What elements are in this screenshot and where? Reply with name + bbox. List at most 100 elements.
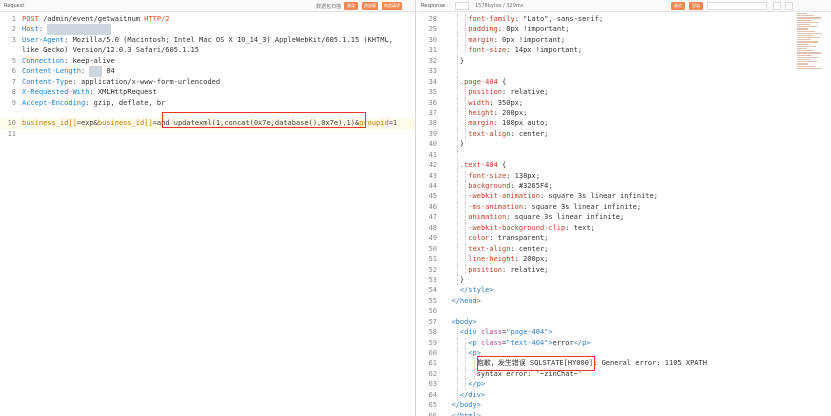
code-token: .text-404 — [459, 161, 498, 170]
request-line: 11 — [0, 129, 415, 139]
line-number: 38 — [428, 119, 437, 128]
line-number: 61 — [428, 359, 437, 368]
indent-guide — [457, 243, 458, 255]
minimap-line — [797, 63, 808, 65]
line-number: 50 — [428, 244, 437, 253]
indent-guide — [457, 24, 458, 35]
indent-guide — [465, 358, 467, 369]
code-token: Accept-Encoding — [22, 98, 86, 107]
indent-guide — [465, 191, 467, 202]
code-token: </div> — [459, 390, 486, 399]
code-token: </html> — [451, 411, 481, 416]
line-number: 9 — [11, 98, 16, 107]
line-number: 48 — [428, 223, 437, 232]
code-token: width — [468, 98, 490, 107]
code-token: : gzip, deflate, br — [85, 98, 166, 107]
code-token: : center; — [510, 244, 549, 253]
code-token: font-size — [468, 46, 507, 55]
minimap-line — [797, 28, 808, 30]
code-token: =exp& — [76, 119, 98, 128]
response-search-input[interactable] — [707, 2, 767, 10]
line-number: 52 — [428, 265, 437, 274]
indent-guide — [465, 348, 467, 359]
line-number: 11 — [7, 129, 16, 138]
code-token: { — [497, 161, 507, 170]
indent-guide — [457, 181, 458, 192]
indent-guide — [465, 97, 467, 108]
request-line — [0, 108, 415, 118]
indent-guide — [465, 128, 467, 140]
response-line: 53 } — [417, 274, 831, 286]
indent-guide — [465, 34, 467, 46]
code-token: : text; — [565, 223, 595, 232]
minimap-line — [797, 58, 810, 61]
line-number: 39 — [428, 129, 437, 138]
response-line: 33 — [417, 66, 831, 77]
line-number: 6 — [11, 67, 16, 76]
line-number: 53 — [428, 275, 437, 284]
response-line: 40 } — [417, 139, 831, 150]
response-line: 62 syntax error: '~zinChat~' — [417, 368, 831, 380]
indent-guide — [457, 34, 458, 46]
build-request-button[interactable]: 构造请求 — [382, 2, 402, 10]
line-number: 42 — [428, 161, 437, 170]
indent-guide — [457, 212, 458, 223]
code-token: </head> — [451, 296, 481, 305]
response-line: 41 — [417, 149, 831, 161]
code-token: xxxxxxxxxxxxxxx — [47, 24, 111, 35]
code-token: : relative; — [502, 265, 549, 274]
render-button[interactable]: 渲染 — [689, 2, 703, 10]
code-token: : square 3s linear infinite; — [539, 192, 658, 201]
minimap-line — [797, 48, 807, 50]
line-number: 43 — [428, 171, 437, 180]
response-stats: 1578bytes / 329ms — [475, 3, 524, 9]
code-token: text-align — [468, 129, 511, 138]
response-pane: Response 1578bytes / 329ms 美化 渲染 28 font… — [417, 0, 831, 416]
protocol-select[interactable] — [455, 2, 469, 10]
indent-guide — [473, 358, 475, 369]
indent-guide — [457, 327, 458, 338]
response-line: 29 padding: 0px !important; — [417, 24, 831, 35]
code-token: } — [459, 275, 465, 284]
response-line: 60 <p> — [417, 348, 831, 359]
code-token: height — [468, 108, 494, 117]
code-token: : transparent; — [489, 234, 549, 243]
indent-guide — [457, 222, 458, 234]
response-line: 59 <p class="text-404">error</p> — [417, 337, 831, 348]
indent-guide — [465, 233, 467, 244]
minimap-line — [797, 30, 815, 32]
response-line: 58 <div class="page-404"> — [417, 327, 831, 338]
indent-guide — [457, 55, 458, 67]
line-number: 7 — [11, 77, 16, 86]
line-number: 54 — [428, 286, 437, 295]
code-token: 84 — [102, 67, 115, 76]
beautify-button[interactable]: 美化 — [344, 2, 358, 10]
response-beautify-button[interactable]: 美化 — [671, 2, 685, 10]
response-minimap[interactable] — [797, 12, 823, 72]
code-token: margin — [468, 35, 494, 44]
code-token: } — [459, 140, 465, 149]
response-line: 36 width: 350px; — [417, 97, 831, 108]
indent-guide — [465, 379, 467, 390]
request-editor[interactable]: 1 POST /admin/event/getwaitnum HTTP/2 2 Hos… — [0, 14, 415, 139]
code-token: : — [81, 67, 90, 76]
line-number: 40 — [428, 140, 437, 149]
response-line: 50 text-align: center; — [417, 243, 831, 255]
request-toolbar-text: 数据包扫描 — [316, 4, 342, 10]
code-token: class — [480, 338, 503, 347]
code-token: : 0px !important; — [493, 35, 566, 44]
gear-icon[interactable] — [773, 2, 781, 10]
line-number: 3 — [11, 35, 16, 44]
response-editor[interactable]: 28 font-family: "Lato", sans-serif; 29 pa… — [417, 14, 831, 416]
indent-guide — [465, 368, 467, 380]
code-token: : square 3s linear infinite; — [523, 202, 642, 211]
code-token: : #3265F4; — [510, 182, 553, 190]
expand-icon[interactable] — [785, 2, 793, 10]
request-toolbar: Request 数据包扫描 美化 热加载 构造请求 — [0, 0, 415, 12]
indent-guide — [465, 254, 467, 265]
hot-reload-button[interactable]: 热加载 — [362, 2, 378, 10]
indent-guide — [465, 201, 467, 213]
indent-guide — [457, 348, 458, 359]
indent-guide — [457, 128, 458, 140]
request-line: 3 User-Agent: Mozilla/5.0 (Macintosh; Int… — [0, 35, 415, 45]
